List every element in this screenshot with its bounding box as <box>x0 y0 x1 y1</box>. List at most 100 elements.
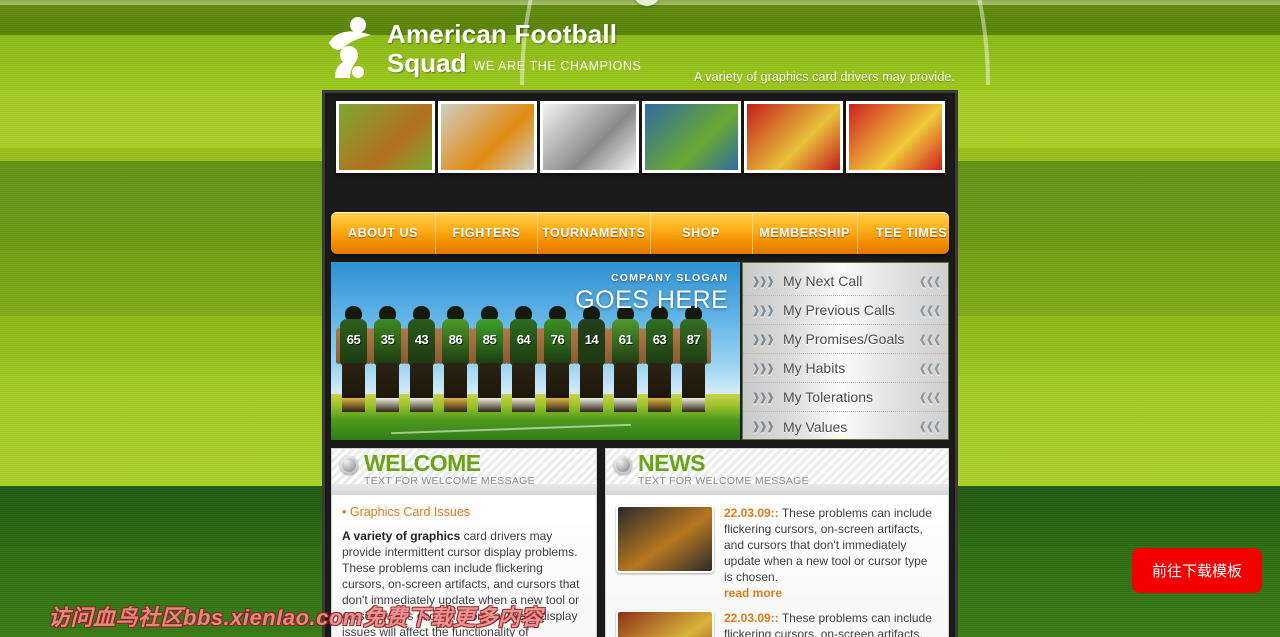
banner-slogan: COMPANY SLOGAN GOES HERE <box>575 272 728 315</box>
player-number: 86 <box>448 332 463 347</box>
thumbnail-strip <box>322 90 958 212</box>
banner-player-76: 76 <box>540 306 575 416</box>
player-legs <box>376 363 399 401</box>
player-socks <box>580 398 603 412</box>
main-navigation: ABOUT US FIGHTERS TOURNAMENTS SHOP MEMBERSHI… <box>331 212 949 254</box>
player-legs <box>342 363 365 401</box>
brand-tagline: WE ARE THE CHAMPIONS <box>473 59 642 73</box>
chevrons-right-icon: ❱❱❱ <box>751 303 775 317</box>
nav-item-label: TOURNAMENTS <box>542 226 646 240</box>
player-legs <box>410 363 433 401</box>
side-menu-item-label: My Tolerations <box>782 389 873 405</box>
side-menu-item-label: My Next Call <box>782 273 863 289</box>
chevrons-left-icon: ❰❰❰ <box>918 274 942 288</box>
site-watermark: 访问血鸟社区bbs.xienIao.com免费下载更多内容 <box>48 605 543 630</box>
player-legs <box>648 363 671 401</box>
slogan-top-line: COMPANY SLOGAN <box>610 272 729 284</box>
nav-item-label: SHOP <box>682 226 720 240</box>
sphere-bullet-icon <box>614 456 632 474</box>
side-menu-item-5[interactable]: ❱❱❱ My Values ❰❰❰ <box>743 412 948 441</box>
chevrons-left-icon: ❰❰❰ <box>918 332 942 346</box>
player-socks <box>410 398 433 412</box>
player-number: 14 <box>584 332 599 347</box>
news-panel-header: NEWS TEXT FOR WELCOME MESSAGE <box>605 448 949 484</box>
side-menu-item-3[interactable]: ❱❱❱ My Habits ❰❰❰ <box>743 354 948 383</box>
player-number: 43 <box>414 332 429 347</box>
side-menu-item-0[interactable]: ❱❱❱ My Next Call ❰❰❰ <box>743 267 948 296</box>
player-socks <box>546 398 569 412</box>
nav-item-tournaments[interactable]: TOURNAMENTS <box>538 212 651 254</box>
nav-item-membership[interactable]: MEMBERSHIP <box>753 212 858 254</box>
thumbnail-facemask-closeup[interactable] <box>539 101 639 173</box>
nav-item-shop[interactable]: SHOP <box>651 212 753 254</box>
nav-item-tee-times[interactable]: TEE TIMES <box>858 212 949 254</box>
thumbnail-stadium-view[interactable] <box>641 101 741 173</box>
nav-item-label: TEE TIMES <box>875 226 948 240</box>
player-number: 63 <box>652 332 667 347</box>
chevrons-right-icon: ❱❱❱ <box>751 274 775 288</box>
player-socks <box>614 398 637 412</box>
news-subtitle: TEXT FOR WELCOME MESSAGE <box>638 475 809 484</box>
player-number: 65 <box>346 332 361 347</box>
nav-item-label: MEMBERSHIP <box>759 226 850 240</box>
news-panel: NEWS TEXT FOR WELCOME MESSAGE 22.03.09::… <box>605 448 949 637</box>
chevrons-right-icon: ❱❱❱ <box>751 332 775 346</box>
banner-player-65: 65 <box>336 306 371 416</box>
site-logo[interactable]: American Football Squad WE ARE THE CHAMP… <box>327 16 642 80</box>
side-menu-item-1[interactable]: ❱❱❱ My Previous Calls ❰❰❰ <box>743 296 948 325</box>
brand-text: American Football Squad WE ARE THE CHAMP… <box>387 21 642 76</box>
site-container: ABOUT US FIGHTERS TOURNAMENTS SHOP MEMBERSHI… <box>322 90 958 637</box>
player-number: 35 <box>380 332 395 347</box>
nav-item-about[interactable]: ABOUT US <box>331 212 436 254</box>
player-socks <box>342 398 365 412</box>
side-menu-item-label: My Previous Calls <box>782 302 896 318</box>
banner-player-87: 87 <box>676 306 711 416</box>
chevrons-left-icon: ❰❰❰ <box>918 420 942 433</box>
welcome-title: WELCOME <box>364 450 481 476</box>
player-number: 64 <box>516 332 531 347</box>
thumbnail-helmet-orange[interactable] <box>437 101 537 173</box>
chevrons-left-icon: ❰❰❰ <box>918 361 942 375</box>
news-panel-strip <box>605 484 949 495</box>
thumbnail-player-red-jersey[interactable] <box>743 101 843 173</box>
player-legs <box>478 363 501 401</box>
side-menu-item-label: My Promises/Goals <box>782 331 905 347</box>
news-item: 22.03.09:: These problems can include fl… <box>616 505 938 601</box>
player-socks <box>648 398 671 412</box>
chevrons-right-icon: ❱❱❱ <box>751 361 775 375</box>
banner-row: 65 35 43 86 85 64 76 14 61 63 87 COMPANY SLOGAN GO… <box>322 262 958 444</box>
hero-banner: 65 35 43 86 85 64 76 14 61 63 87 COMPANY SLOGAN GO… <box>331 262 741 440</box>
download-template-button[interactable]: 前往下载模板 <box>1131 548 1262 593</box>
player-socks <box>478 398 501 412</box>
player-number: 87 <box>686 332 701 347</box>
thumbnail-snap-hands[interactable] <box>335 101 435 173</box>
nav-item-label: ABOUT US <box>347 226 419 240</box>
welcome-panel-header: WELCOME TEXT FOR WELCOME MESSAGE <box>331 448 597 484</box>
side-menu-item-4[interactable]: ❱❱❱ My Tolerations ❰❰❰ <box>743 383 948 412</box>
side-menu-item-2[interactable]: ❱❱❱ My Promises/Goals ❰❰❰ <box>743 325 948 354</box>
welcome-subtitle: TEXT FOR WELCOME MESSAGE <box>364 475 535 484</box>
brand-line-1: American Football <box>387 18 618 49</box>
player-socks <box>682 398 705 412</box>
player-socks <box>376 398 399 412</box>
banner-player-85: 85 <box>472 306 507 416</box>
site-header: American Football Squad WE ARE THE CHAMP… <box>0 0 1280 95</box>
news-item-date: 22.03.09:: <box>724 506 779 520</box>
player-socks <box>444 398 467 412</box>
nav-container: ABOUT US FIGHTERS TOURNAMENTS SHOP MEMBERSHI… <box>322 212 958 262</box>
news-item: 22.03.09:: These problems can include fl… <box>616 610 938 637</box>
news-thumb-player-catch[interactable] <box>616 505 714 573</box>
news-panel-body: 22.03.09:: These problems can include fl… <box>605 495 949 637</box>
thumbnail-player-red-tackle[interactable] <box>845 101 945 173</box>
welcome-panel-strip <box>331 484 597 495</box>
nav-item-fighters[interactable]: FIGHTERS <box>436 212 538 254</box>
header-note: A variety of graphics card drivers may p… <box>693 70 955 84</box>
news-read-more-link[interactable]: read more <box>724 585 938 601</box>
news-thumb-line-scrimmage[interactable] <box>616 610 714 637</box>
player-legs <box>512 363 535 401</box>
player-socks <box>512 398 535 412</box>
news-title: NEWS <box>638 450 705 476</box>
news-item-text: 22.03.09:: These problems can include fl… <box>724 505 938 601</box>
banner-player-61: 61 <box>608 306 643 416</box>
running-figures-logo-icon <box>327 16 379 80</box>
